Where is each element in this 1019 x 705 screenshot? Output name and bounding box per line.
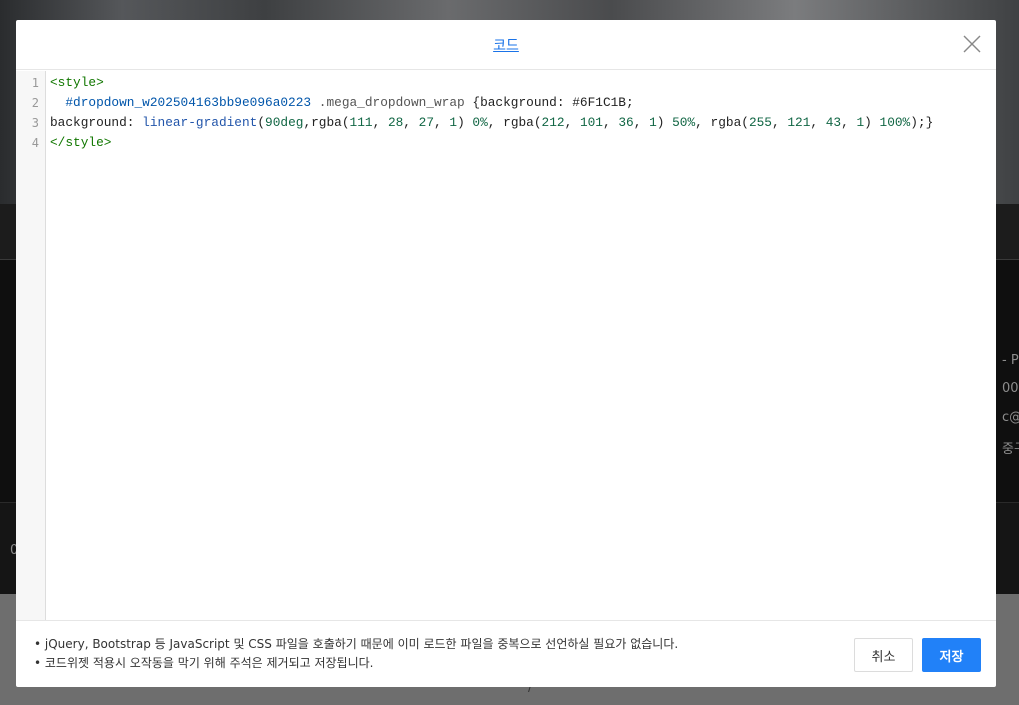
info-note: • jQuery, Bootstrap 등 JavaScript 및 CSS 파… xyxy=(34,637,679,651)
line-number: 4 xyxy=(31,136,39,150)
code-token: ) xyxy=(864,115,880,130)
code-token: 27 xyxy=(418,115,435,130)
code-token: 1 xyxy=(449,115,458,130)
code-token: 90deg xyxy=(265,115,304,130)
code-token: 212 xyxy=(541,115,565,130)
code-token: 50% xyxy=(672,115,696,130)
modal-header: 코드 xyxy=(16,20,996,70)
code-token: 101 xyxy=(579,115,603,130)
background-text: 중구 xyxy=(1002,442,1019,457)
code-token: ( xyxy=(257,115,266,130)
code-token: background: xyxy=(50,115,143,130)
code-token: linear-gradient xyxy=(142,115,258,130)
code-token: 255 xyxy=(748,115,772,130)
code-token: , xyxy=(372,115,388,130)
code-token: 100% xyxy=(879,115,911,130)
line-number: 3 xyxy=(31,116,39,130)
modal-footer: • jQuery, Bootstrap 등 JavaScript 및 CSS 파… xyxy=(16,620,996,687)
code-token: .mega_dropdown_wrap xyxy=(311,95,473,110)
code-token: 0% xyxy=(472,115,488,130)
background-text: - PM xyxy=(1002,353,1019,368)
code-line: <style> xyxy=(50,73,933,93)
code-token: 111 xyxy=(349,115,373,130)
code-token: , xyxy=(810,115,826,130)
code-line: </style> xyxy=(50,133,933,153)
cancel-button[interactable]: 취소 xyxy=(854,638,913,672)
code-token: , xyxy=(633,115,650,130)
code-token: 36 xyxy=(618,115,634,130)
line-number: 1 xyxy=(31,76,39,90)
code-widget-modal: 코드 1 2 3 4 <style> #dropdown_w202504163b… xyxy=(16,20,996,687)
code-token: {background: #6F1C1B; xyxy=(472,95,634,110)
code-line: #dropdown_w202504163bb9e096a0223 .mega_d… xyxy=(50,93,933,113)
code-token: 43 xyxy=(825,115,842,130)
code-token: , xyxy=(771,115,788,130)
code-token: 1 xyxy=(649,115,657,130)
code-editor[interactable]: 1 2 3 4 <style> #dropdown_w202504163bb9e… xyxy=(16,71,996,620)
code-token: );} xyxy=(910,115,934,130)
code-token: , xyxy=(603,115,619,130)
code-token: , xyxy=(434,115,450,130)
code-token: <style> xyxy=(50,75,104,90)
code-line: background: linear-gradient(90deg,rgba(1… xyxy=(50,113,933,133)
close-icon[interactable] xyxy=(962,34,982,54)
code-token: , xyxy=(403,115,419,130)
code-token: , rgba( xyxy=(487,115,542,130)
background-text: c@g xyxy=(1002,410,1019,425)
modal-title[interactable]: 코드 xyxy=(16,35,996,55)
code-token: ,rgba( xyxy=(303,115,350,130)
code-token: 1 xyxy=(856,115,865,130)
code-text-area[interactable]: <style> #dropdown_w202504163bb9e096a0223… xyxy=(50,73,933,153)
code-token: , rgba( xyxy=(695,115,749,130)
line-number-gutter: 1 2 3 4 xyxy=(16,71,46,620)
code-token: 28 xyxy=(387,115,404,130)
code-token: #dropdown_w202504163bb9e096a0223 xyxy=(50,95,312,110)
line-number: 2 xyxy=(31,96,39,110)
code-token: ) xyxy=(656,115,673,130)
code-token: , xyxy=(564,115,580,130)
background-text: 00 xyxy=(1002,381,1019,396)
info-note: • 코드위젯 적용시 오작동을 막기 위해 주석은 제거되고 저장됩니다. xyxy=(34,656,374,670)
code-token: 121 xyxy=(787,115,811,130)
save-button[interactable]: 저장 xyxy=(922,638,981,672)
code-token: ) xyxy=(457,115,473,130)
code-token: </style> xyxy=(50,135,112,150)
code-token: , xyxy=(841,115,857,130)
